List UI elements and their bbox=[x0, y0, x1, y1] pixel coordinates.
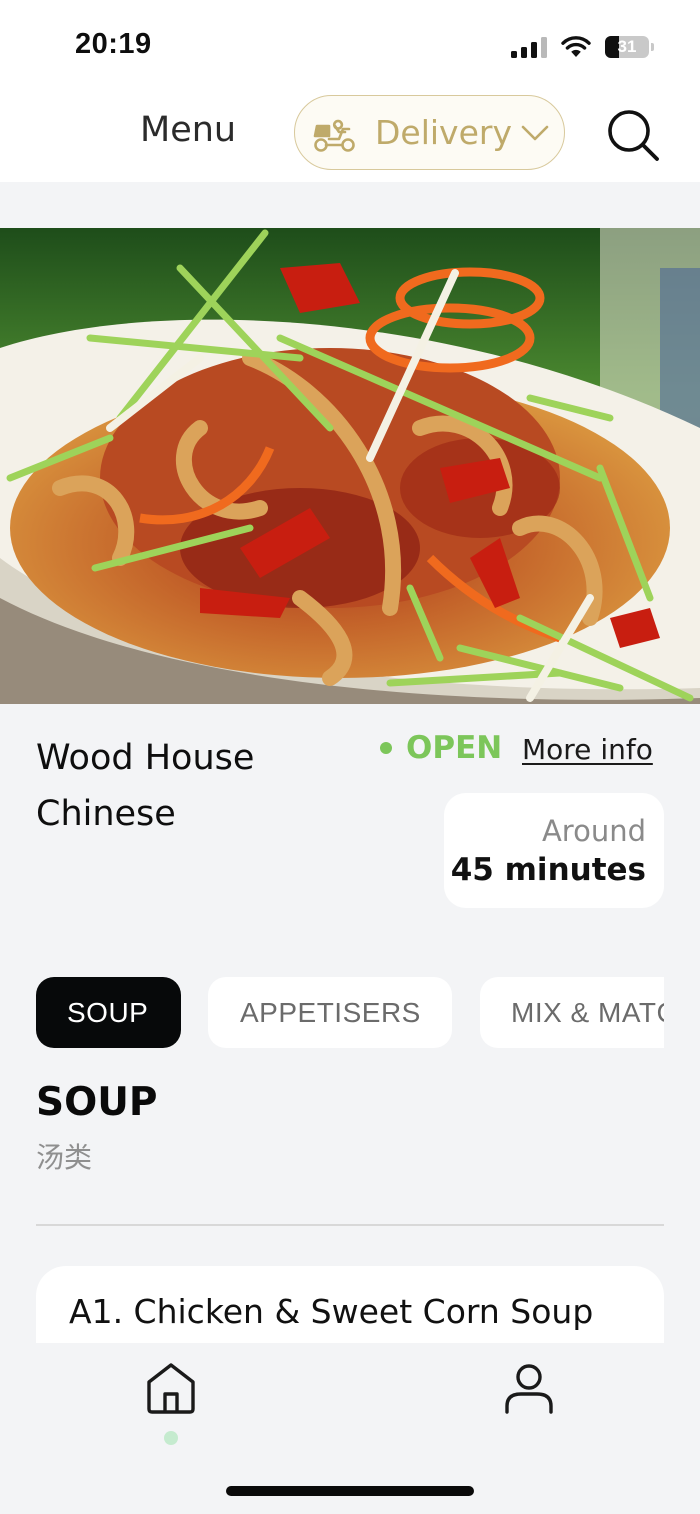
wifi-icon bbox=[561, 36, 591, 57]
section-title: SOUP bbox=[36, 1080, 158, 1125]
active-nav-indicator bbox=[164, 1431, 178, 1445]
menu-item-name: A1. Chicken & Sweet Corn Soup bbox=[69, 1292, 594, 1331]
open-status-label: OPEN bbox=[406, 730, 503, 766]
hero-food-photo bbox=[0, 228, 700, 704]
section-subtitle: 汤类 bbox=[36, 1141, 93, 1174]
app-header: Menu Delivery bbox=[0, 90, 700, 182]
status-icons: 31 bbox=[511, 32, 654, 62]
tab-soup[interactable]: SOUP bbox=[36, 977, 181, 1048]
status-dot-icon bbox=[380, 742, 392, 754]
open-status: OPEN bbox=[380, 730, 502, 766]
section-divider bbox=[36, 1224, 664, 1226]
order-mode-selector[interactable]: Delivery bbox=[294, 95, 565, 170]
tab-mix-and-match[interactable]: MIX & MATCH bbox=[480, 977, 664, 1048]
more-info-link[interactable]: More info bbox=[522, 733, 653, 766]
eta-card: Around 45 minutes bbox=[444, 793, 664, 908]
chevron-down-icon bbox=[521, 125, 549, 141]
status-time: 20:19 bbox=[75, 28, 152, 60]
home-icon[interactable] bbox=[143, 1360, 199, 1416]
restaurant-name: Wood House Chinese bbox=[36, 738, 255, 834]
hero-image bbox=[0, 228, 700, 704]
eta-prefix: Around bbox=[541, 814, 646, 848]
profile-icon[interactable] bbox=[501, 1360, 557, 1416]
header-spacer bbox=[0, 182, 700, 228]
tab-appetisers[interactable]: APPETISERS bbox=[208, 977, 452, 1048]
scooter-icon bbox=[313, 119, 355, 152]
order-mode-label: Delivery bbox=[375, 113, 512, 152]
category-tabs: SOUP APPETISERS MIX & MATCH bbox=[36, 977, 664, 1049]
eta-value: 45 minutes bbox=[450, 852, 646, 888]
search-icon[interactable] bbox=[606, 108, 660, 162]
battery-level: 31 bbox=[617, 37, 637, 56]
status-bar: 20:19 31 bbox=[0, 0, 700, 90]
cellular-signal-icon bbox=[511, 36, 547, 58]
battery-icon: 31 bbox=[605, 36, 649, 58]
bottom-nav bbox=[0, 1343, 700, 1514]
page-title: Menu bbox=[140, 110, 237, 150]
home-indicator bbox=[226, 1486, 474, 1496]
